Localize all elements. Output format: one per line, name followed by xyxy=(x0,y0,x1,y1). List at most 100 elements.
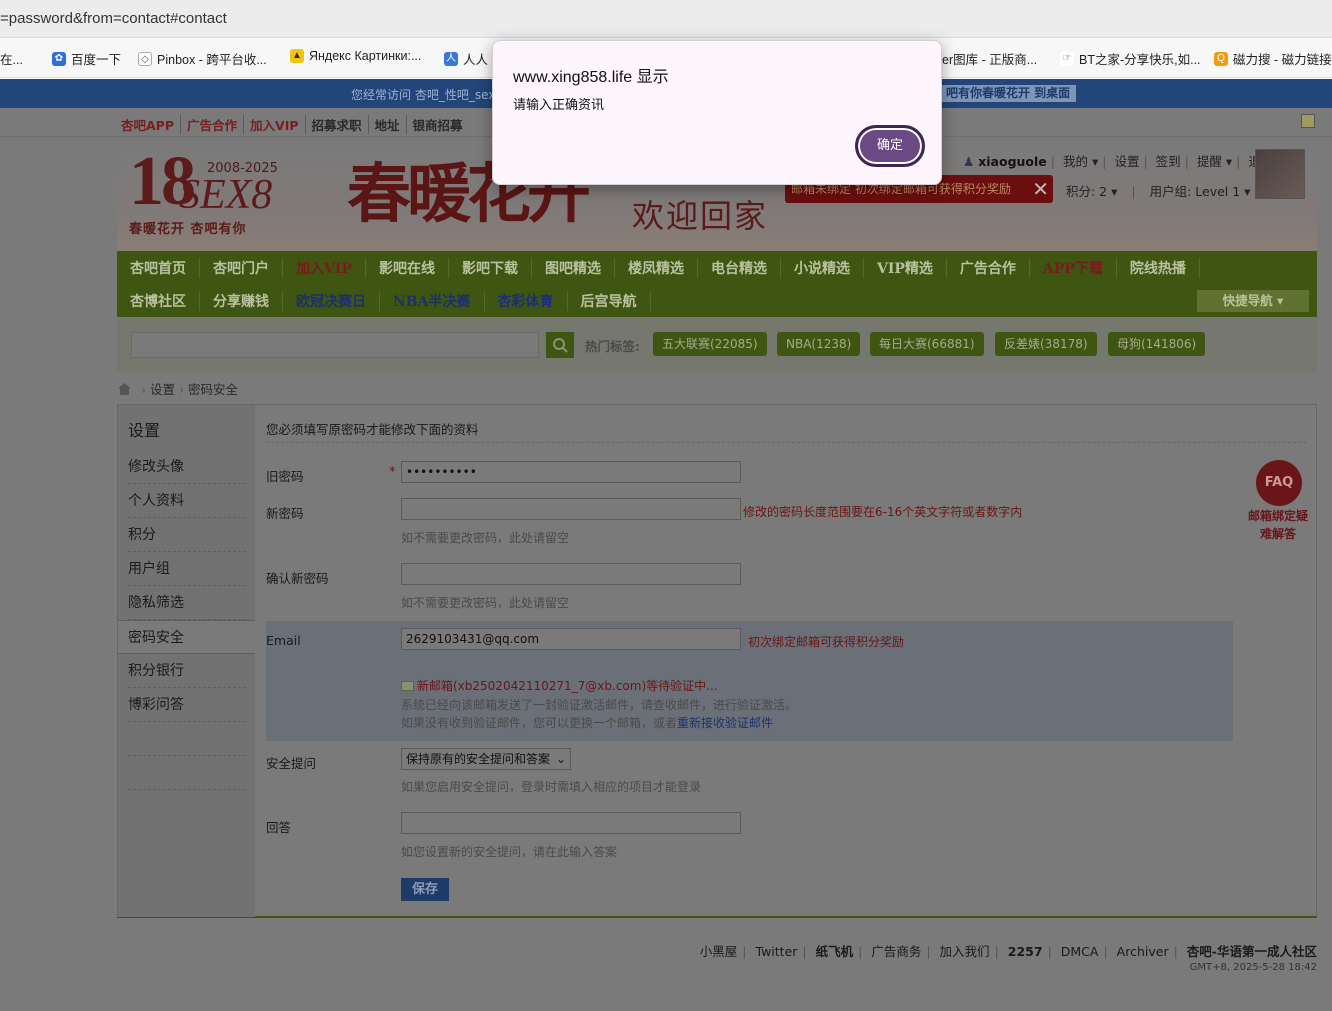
home-icon[interactable] xyxy=(118,383,131,395)
quick-nav-button[interactable]: 快捷导航 ▾ xyxy=(1197,290,1309,312)
address-bar[interactable]: =password&from=contact#contact xyxy=(0,0,1332,38)
nav-item[interactable]: 欧冠决赛日 xyxy=(283,290,380,311)
sidebar-item-credits[interactable]: 积分 xyxy=(128,518,246,552)
nav-item[interactable]: 楼凤精选 xyxy=(615,257,698,278)
bt-icon: ☞ xyxy=(1060,51,1074,66)
topnav-link[interactable]: 杏吧APP xyxy=(121,115,180,134)
save-button[interactable]: 保存 xyxy=(401,878,449,901)
site-logo[interactable]: 18 SEX8 2008-2025 春暖花开 杏吧有你 xyxy=(129,147,278,238)
divider xyxy=(266,442,1306,443)
sidebar-item-usergroup[interactable]: 用户组 xyxy=(128,552,246,586)
old-password-field[interactable]: •••••••••• xyxy=(401,461,741,483)
confirm-password-hint: 如不需要更改密码，此处请留空 xyxy=(401,596,570,610)
new-password-field[interactable] xyxy=(401,498,741,520)
url-text[interactable]: =password&from=contact#contact xyxy=(0,10,227,27)
sidebar-item-privacy[interactable]: 隐私筛选 xyxy=(128,586,246,620)
faq-icon[interactable]: FAQ xyxy=(1256,460,1302,506)
user-link[interactable]: 提醒 xyxy=(1197,154,1222,169)
breadcrumb-item[interactable]: 设置 xyxy=(150,382,175,397)
nav-item[interactable]: 院线热播 xyxy=(1117,257,1200,278)
nav-item[interactable]: 广告合作 xyxy=(947,257,1030,278)
nav-item[interactable]: 杏彩体育 xyxy=(485,290,568,311)
settings-panel: 设置 修改头像 个人资料 积分 用户组 隐私筛选 密码安全 积分银行 博彩问答 … xyxy=(117,404,1317,918)
nav-item[interactable]: VIP精选 xyxy=(864,257,947,278)
footer-link[interactable]: 加入我们 xyxy=(940,944,990,959)
footer-link[interactable]: 纸飞机 xyxy=(816,944,854,959)
sidebar-item-qa[interactable]: 博彩问答 xyxy=(128,688,246,722)
footer-link[interactable]: Archiver xyxy=(1117,944,1169,959)
footer-site-name[interactable]: 杏吧-华语第一成人社区 xyxy=(1187,944,1317,959)
nav-item[interactable]: 加入VIP xyxy=(283,257,366,278)
bookmark-item[interactable]: Q 磁力搜 - 磁力链接 xyxy=(1214,49,1332,68)
points-link[interactable]: 积分: 2 xyxy=(1066,184,1107,199)
security-question-select[interactable]: 保持原有的安全提问和答案 ⌄ xyxy=(401,748,571,770)
hot-tags-label: 热门标签: xyxy=(585,339,640,354)
footer-link[interactable]: DMCA xyxy=(1061,944,1099,959)
old-password-label: 旧密码 xyxy=(266,469,304,484)
skin-switch-icon[interactable] xyxy=(1301,114,1315,128)
bookmark-item[interactable]: ☞ BT之家-分享快乐,如... xyxy=(1060,49,1201,68)
resend-email-link[interactable]: 重新接收验证邮件 xyxy=(677,716,773,730)
dialog-ok-button[interactable]: 确定 xyxy=(855,125,925,167)
nav-item[interactable]: 小说精选 xyxy=(781,257,864,278)
user-link[interactable]: 我的 xyxy=(1063,154,1088,169)
answer-field[interactable] xyxy=(401,812,741,834)
username[interactable]: xiaoguole xyxy=(978,154,1047,169)
hot-tag[interactable]: 反差婊(38178) xyxy=(995,332,1097,356)
search-input[interactable] xyxy=(131,332,539,358)
topnav-link[interactable]: 地址 xyxy=(367,115,406,134)
security-question-hint: 如果您启用安全提问，登录时需填入相应的项目才能登录 xyxy=(401,780,702,794)
sidebar-title: 设置 xyxy=(128,421,161,440)
user-menu: ♟ xiaoguole| 我的 ▾| 设置| 签到| 提醒 ▾| 退出 xyxy=(963,151,1273,170)
topnav-link[interactable]: 银商招募 xyxy=(405,115,469,134)
sidebar-item-profile[interactable]: 个人资料 xyxy=(128,484,246,518)
sidebar-item-password[interactable]: 密码安全 xyxy=(118,620,255,654)
email-reward-note: 初次绑定邮箱可获得积分奖励 xyxy=(748,635,905,649)
nav-item[interactable]: NBA半决赛 xyxy=(380,290,485,311)
avatar[interactable] xyxy=(1255,149,1305,199)
topnav-link[interactable]: 招募求职 xyxy=(304,115,368,134)
sidebar-blank xyxy=(128,756,246,790)
dialog-message: 请输入正确资讯 xyxy=(513,98,605,113)
nav-item[interactable]: 杏吧首页 xyxy=(117,257,200,278)
footer-link[interactable]: Twitter xyxy=(756,944,798,959)
nav-item[interactable]: 影吧下载 xyxy=(449,257,532,278)
close-icon[interactable]: ✕ xyxy=(1032,175,1049,203)
nav-item[interactable]: 电台精选 xyxy=(698,257,781,278)
nav-item[interactable]: 杏吧门户 xyxy=(200,257,283,278)
footer-link[interactable]: 2257 xyxy=(1008,944,1043,959)
topnav-link[interactable]: 广告合作 xyxy=(180,115,243,134)
usergroup-link[interactable]: 用户组: Level 1 xyxy=(1150,184,1241,199)
cube-icon: ◇ xyxy=(138,51,152,66)
new-password-label: 新密码 xyxy=(266,506,304,521)
hot-tag[interactable]: 母狗(141806) xyxy=(1108,332,1206,356)
bookmark-item[interactable]: ◇ Pinbox - 跨平台收... xyxy=(138,49,267,68)
confirm-password-field[interactable] xyxy=(401,563,741,585)
bookmark-item[interactable]: ▲ Яндекс Картинки:... xyxy=(290,49,421,63)
sidebar-item-bank[interactable]: 积分银行 xyxy=(128,654,246,688)
hot-tag[interactable]: 五大联赛(22085) xyxy=(653,332,767,356)
bookmark-item[interactable]: 在... xyxy=(0,49,23,68)
email-field[interactable]: 2629103431@qq.com xyxy=(401,628,741,650)
topnav-link[interactable]: 加入VIP xyxy=(243,115,305,134)
nav-item[interactable]: 图吧精选 xyxy=(532,257,615,278)
bookmark-item[interactable]: er图库 - 正版商... xyxy=(942,49,1037,68)
footer-link[interactable]: 小黑屋 xyxy=(700,944,738,959)
nav-item[interactable]: APP下载 xyxy=(1030,257,1117,278)
hot-tag[interactable]: NBA(1238) xyxy=(777,332,861,356)
bookmark-item[interactable]: ✿ 百度一下 xyxy=(52,49,121,68)
nav-item[interactable]: 影吧在线 xyxy=(366,257,449,278)
hot-tag[interactable]: 每日大赛(66881) xyxy=(870,332,984,356)
nav-item[interactable]: 后宫导航 xyxy=(568,290,651,311)
faq-link[interactable]: 邮箱绑定疑难解答 xyxy=(1248,507,1308,543)
nav-item[interactable]: 分享赚钱 xyxy=(200,290,283,311)
add-to-desktop-button[interactable]: 吧有你春暖花开 到桌面 xyxy=(940,85,1077,102)
user-link[interactable]: 签到 xyxy=(1156,154,1181,169)
bookmark-item[interactable]: 人人人 xyxy=(444,49,488,68)
sidebar-item-avatar[interactable]: 修改头像 xyxy=(128,450,246,484)
user-link[interactable]: 设置 xyxy=(1114,154,1139,169)
baidu-icon: ✿ xyxy=(52,51,66,66)
nav-item[interactable]: 杏博社区 xyxy=(117,290,200,311)
footer-link[interactable]: 广告商务 xyxy=(871,944,921,959)
search-button[interactable] xyxy=(546,332,574,358)
